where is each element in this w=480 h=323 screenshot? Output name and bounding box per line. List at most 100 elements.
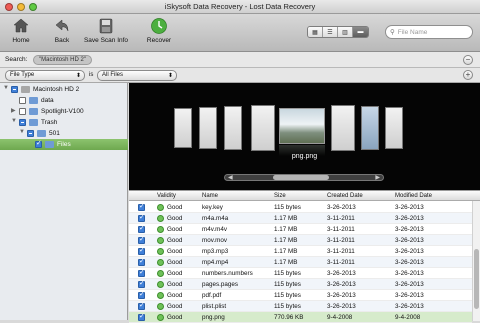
search-scope-chip[interactable]: "Macintosh HD 2" bbox=[33, 55, 92, 65]
checkbox[interactable] bbox=[19, 119, 26, 126]
checkbox[interactable] bbox=[11, 86, 18, 93]
tree-item-data[interactable]: data bbox=[0, 95, 128, 106]
coverflow-view-button[interactable]: ▬ bbox=[353, 27, 368, 37]
save-scan-info-button[interactable]: Save Scan Info bbox=[82, 17, 130, 44]
good-status-icon bbox=[157, 259, 164, 266]
search-label: Search: bbox=[5, 56, 28, 63]
cell-validity: Good bbox=[167, 303, 183, 310]
column-header-name[interactable]: Name bbox=[202, 193, 218, 199]
coverflow-card[interactable] bbox=[361, 106, 379, 150]
add-filter-button[interactable]: + bbox=[463, 70, 473, 80]
column-header-validity[interactable]: Validity bbox=[157, 193, 176, 199]
table-row[interactable]: Good key.key 115 bytes 3-26-2013 3-26-20… bbox=[129, 202, 472, 213]
column-header-created-date[interactable]: Created Date bbox=[327, 193, 363, 199]
table-row[interactable]: Good mp3.mp3 1.17 MB 3-11-2011 3-26-2013 bbox=[129, 246, 472, 257]
home-button[interactable]: Home bbox=[7, 17, 35, 44]
disclosure-closed-icon[interactable]: ▶ bbox=[11, 107, 16, 114]
back-button[interactable]: Back bbox=[49, 17, 75, 44]
table-scrollbar[interactable] bbox=[472, 201, 480, 321]
good-status-icon bbox=[157, 281, 164, 288]
coverflow-card[interactable] bbox=[331, 105, 355, 151]
row-checkbox[interactable] bbox=[138, 235, 145, 244]
table-row[interactable]: Good pages.pages 115 bytes 3-26-2013 3-2… bbox=[129, 279, 472, 290]
table-row[interactable]: Good numbers.numbers 115 bytes 3-26-2013… bbox=[129, 268, 472, 279]
disclosure-open-icon[interactable]: ▼ bbox=[11, 118, 17, 124]
cell-created: 3-26-2013 bbox=[327, 204, 356, 211]
row-checkbox[interactable] bbox=[138, 290, 145, 299]
cell-created: 3-26-2013 bbox=[327, 303, 356, 310]
table-row[interactable]: Good mov.mov 1.17 MB 3-11-2011 3-26-2013 bbox=[129, 235, 472, 246]
table-row[interactable]: Good mp4.mp4 1.17 MB 3-11-2011 3-26-2013 bbox=[129, 257, 472, 268]
row-checkbox[interactable] bbox=[138, 279, 145, 288]
good-status-icon bbox=[157, 292, 164, 299]
coverflow-card[interactable] bbox=[199, 107, 217, 149]
tree-item-spotlight[interactable]: ▶ Spotlight-V100 bbox=[0, 106, 128, 117]
table-row[interactable]: Good pdf.pdf 115 bytes 3-26-2013 3-26-20… bbox=[129, 290, 472, 301]
folder-icon bbox=[29, 108, 38, 115]
column-header-size[interactable]: Size bbox=[274, 193, 286, 199]
scroll-right-icon[interactable]: ▶ bbox=[375, 174, 380, 181]
home-icon bbox=[13, 18, 29, 33]
disclosure-open-icon[interactable]: ▼ bbox=[3, 85, 9, 91]
icon-view-button[interactable]: ▦ bbox=[308, 27, 323, 37]
tree-item-files[interactable]: Files bbox=[0, 139, 128, 150]
checkbox[interactable] bbox=[27, 130, 34, 137]
toolbar: Home Back Save Scan Info Recover ▦ ☰ ▥ ▬… bbox=[0, 14, 480, 52]
cell-name: mov.mov bbox=[202, 237, 228, 244]
column-view-button[interactable]: ▥ bbox=[338, 27, 353, 37]
coverflow-scroll-thumb[interactable] bbox=[273, 175, 329, 180]
checkbox[interactable] bbox=[19, 97, 26, 104]
tree-item-label: Trash bbox=[41, 119, 58, 126]
all-files-value: All Files bbox=[102, 72, 124, 78]
tree-item-501[interactable]: ▼ 501 bbox=[0, 128, 128, 139]
file-table: Validity Name Size Created Date Modified… bbox=[129, 190, 480, 323]
cell-name: key.key bbox=[202, 204, 223, 211]
cell-created: 3-26-2013 bbox=[327, 270, 356, 277]
row-checkbox[interactable] bbox=[138, 301, 145, 310]
good-status-icon bbox=[157, 204, 164, 211]
coverflow-preview[interactable]: png.png ◀ ▶ bbox=[129, 83, 480, 190]
table-scroll-thumb[interactable] bbox=[474, 249, 479, 309]
file-name-search-input[interactable]: ⚲ File Name bbox=[385, 25, 473, 39]
cell-validity: Good bbox=[167, 292, 183, 299]
disclosure-open-icon[interactable]: ▼ bbox=[19, 129, 25, 135]
search-icon: ⚲ bbox=[390, 29, 395, 36]
row-checkbox[interactable] bbox=[138, 268, 145, 277]
file-type-value: File Type bbox=[10, 72, 35, 78]
row-checkbox[interactable] bbox=[138, 213, 145, 222]
all-files-select[interactable]: All Files ⬍ bbox=[97, 70, 177, 81]
cell-size: 1.17 MB bbox=[274, 237, 298, 244]
home-label: Home bbox=[12, 37, 30, 44]
dropdown-arrow-icon: ⬍ bbox=[167, 73, 173, 79]
folder-icon bbox=[29, 119, 38, 126]
checkbox[interactable] bbox=[19, 108, 26, 115]
coverflow-card[interactable] bbox=[251, 105, 275, 151]
file-type-select[interactable]: File Type ⬍ bbox=[5, 70, 85, 81]
coverflow-selected-image[interactable] bbox=[279, 108, 325, 144]
tree-item-macintosh-hd-2[interactable]: ▼ Macintosh HD 2 bbox=[0, 84, 128, 95]
tree-item-trash[interactable]: ▼ Trash bbox=[0, 117, 128, 128]
row-checkbox[interactable] bbox=[138, 202, 145, 211]
coverflow-card[interactable] bbox=[385, 107, 403, 149]
row-checkbox[interactable] bbox=[138, 246, 145, 255]
table-row[interactable]: Good m4a.m4a 1.17 MB 3-11-2011 3-26-2013 bbox=[129, 213, 472, 224]
row-checkbox[interactable] bbox=[138, 224, 145, 233]
checkbox[interactable] bbox=[35, 139, 42, 148]
cell-size: 1.17 MB bbox=[274, 215, 298, 222]
coverflow-scrollbar[interactable]: ◀ ▶ bbox=[224, 174, 384, 181]
coverflow-card[interactable] bbox=[174, 108, 192, 148]
recover-button[interactable]: Recover bbox=[144, 17, 174, 44]
recover-label: Recover bbox=[146, 37, 172, 44]
coverflow-card[interactable] bbox=[224, 106, 242, 150]
row-checkbox[interactable] bbox=[138, 257, 145, 266]
column-header-modified-date[interactable]: Modified Date bbox=[395, 193, 432, 199]
table-row[interactable]: Good m4v.m4v 1.17 MB 3-11-2011 3-26-2013 bbox=[129, 224, 472, 235]
scroll-left-icon[interactable]: ◀ bbox=[228, 174, 233, 181]
search-placeholder: File Name bbox=[397, 28, 428, 36]
table-row-selected[interactable]: Good png.png 770.96 KB 9-4-2008 9-4-2008 bbox=[129, 312, 472, 323]
remove-search-button[interactable]: − bbox=[463, 55, 473, 65]
list-view-button[interactable]: ☰ bbox=[323, 27, 338, 37]
table-row[interactable]: Good plist.plist 115 bytes 3-26-2013 3-2… bbox=[129, 301, 472, 312]
cell-modified: 3-26-2013 bbox=[395, 270, 424, 277]
cell-validity: Good bbox=[167, 226, 183, 233]
